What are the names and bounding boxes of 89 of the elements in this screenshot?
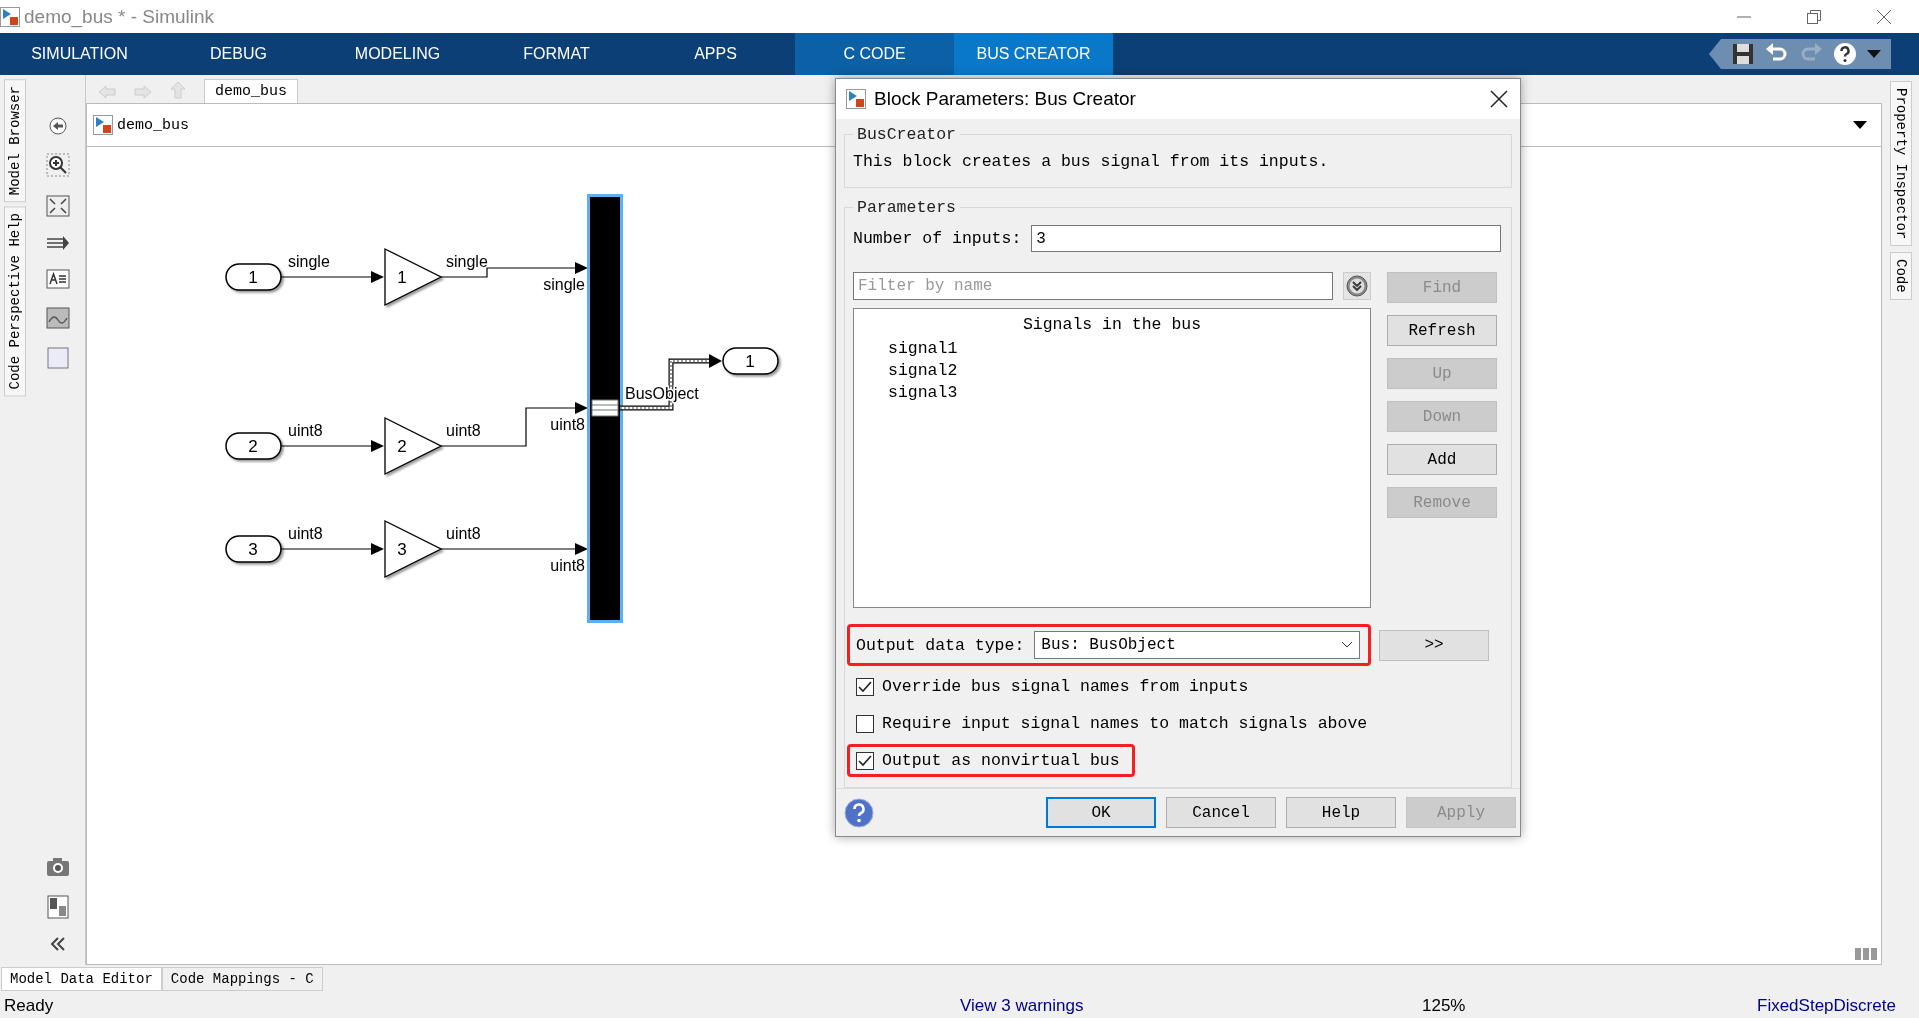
port-number: 2 [248, 437, 258, 456]
image-icon[interactable] [45, 307, 70, 329]
signal-item[interactable]: signal1 [888, 338, 1370, 360]
gain-value: 2 [397, 437, 407, 456]
signal-label: uint8 [550, 416, 585, 433]
port-number: 1 [745, 352, 755, 371]
help-icon[interactable] [1833, 42, 1857, 66]
port-number: 3 [248, 540, 258, 559]
panel-tab[interactable]: Code [1889, 252, 1912, 300]
group-title: BusCreator [856, 125, 958, 144]
bottom-tab[interactable]: Code Mappings - C [161, 967, 323, 991]
caret-icon[interactable] [1867, 50, 1881, 58]
field-label: Output data type: [856, 635, 1025, 655]
ribbon-tab[interactable]: DEBUG [159, 33, 318, 75]
camera-icon[interactable] [45, 857, 70, 877]
data-type-dropdown[interactable]: Bus: BusObject [1034, 631, 1360, 659]
close-button[interactable] [1490, 90, 1508, 108]
checkbox[interactable] [856, 714, 874, 733]
zoom-level: 125% [1422, 995, 1467, 1016]
signal-label: uint8 [550, 557, 585, 574]
signal-label: single [288, 253, 330, 270]
model-tab[interactable]: demo_bus [204, 79, 298, 103]
zoom-icon[interactable] [45, 153, 70, 177]
dialog-button[interactable]: Help [1286, 797, 1396, 828]
bottom-tab[interactable]: Model Data Editor [1, 967, 162, 991]
gain-value: 1 [397, 268, 407, 287]
checkbox-label[interactable]: Output as nonvirtual bus [882, 751, 1120, 770]
dialog-button[interactable]: OK [1046, 797, 1156, 828]
restore-icon[interactable] [1806, 8, 1822, 25]
inport-block [225, 263, 282, 291]
checkbox[interactable] [856, 677, 874, 696]
checkbox[interactable] [856, 751, 874, 770]
ribbon-tab[interactable]: FORMAT [477, 33, 636, 75]
panel-tab[interactable]: Model Browser [4, 79, 26, 203]
port-number: 1 [248, 268, 258, 287]
panel-tab[interactable]: Code Perspective Help [4, 206, 26, 397]
text-box-icon[interactable] [45, 269, 70, 289]
ribbon-tab[interactable]: C CODE [795, 33, 954, 75]
filter-field[interactable]: Filter by name [853, 272, 1333, 300]
gain-block [384, 519, 443, 579]
filter-options-icon[interactable] [1343, 272, 1371, 300]
collapse-icon[interactable] [49, 937, 66, 951]
gain-value: 3 [397, 540, 407, 559]
ribbon-tab[interactable]: MODELING [318, 33, 477, 75]
checkbox-label[interactable]: Require input signal names to match signals above [882, 714, 1368, 733]
list-heading: Signals in the bus [1021, 315, 1203, 334]
signal-label: uint8 [446, 422, 481, 439]
save-icon[interactable] [1731, 42, 1755, 66]
grip-icon[interactable] [1855, 948, 1879, 960]
field-label: Number of inputs: [853, 229, 1022, 248]
dropdown-icon[interactable] [1853, 121, 1867, 129]
solver-link[interactable]: FixedStepDiscrete [1757, 995, 1896, 1016]
signal-label: single [543, 276, 585, 293]
dialog-title: Block Parameters: Bus Creator [874, 88, 1136, 110]
inputs-count-field[interactable]: 3 [1031, 225, 1501, 252]
layout-icon[interactable] [46, 895, 69, 919]
assistant-button[interactable]: >> [1379, 629, 1489, 661]
list-button[interactable]: Refresh [1387, 315, 1497, 346]
ribbon-tab[interactable]: BUS CREATOR [954, 33, 1113, 75]
signal-label: uint8 [288, 422, 323, 439]
outport-block [722, 347, 779, 375]
chevron-icon[interactable] [1341, 641, 1353, 649]
back-icon[interactable] [48, 117, 67, 135]
ribbon-tab[interactable]: APPS [636, 33, 795, 75]
list-button[interactable]: Add [1387, 444, 1497, 475]
panel-tab[interactable]: Property Inspector [1889, 81, 1912, 247]
status-text: Ready [4, 995, 55, 1016]
dialog-button[interactable]: Cancel [1166, 797, 1276, 828]
signal-label: single [446, 253, 488, 270]
signal-label: uint8 [446, 525, 481, 542]
signal-label: uint8 [288, 525, 323, 542]
model-path[interactable]: demo_bus [117, 116, 189, 134]
gain-block [384, 247, 443, 307]
warnings-link[interactable]: View 3 warnings [960, 995, 1422, 1016]
signal-item[interactable]: signal3 [888, 382, 1370, 404]
inport-block [225, 432, 282, 460]
group-title: Parameters [856, 198, 958, 217]
window-title: demo_bus * - Simulink [24, 5, 215, 28]
close-icon[interactable] [1876, 8, 1892, 25]
model-icon [93, 115, 113, 135]
signal-item[interactable]: signal2 [888, 360, 1370, 382]
checkbox-label[interactable]: Override bus signal names from inputs [882, 677, 1249, 696]
block-icon [846, 89, 866, 109]
inport-block [225, 535, 282, 563]
gain-block [384, 416, 443, 476]
fit-view-icon[interactable] [45, 195, 70, 217]
arrows-icon[interactable] [45, 235, 70, 251]
ribbon-tab[interactable]: SIMULATION [0, 33, 159, 75]
block-description: This block creates a bus signal from its inputs. [853, 152, 1330, 173]
